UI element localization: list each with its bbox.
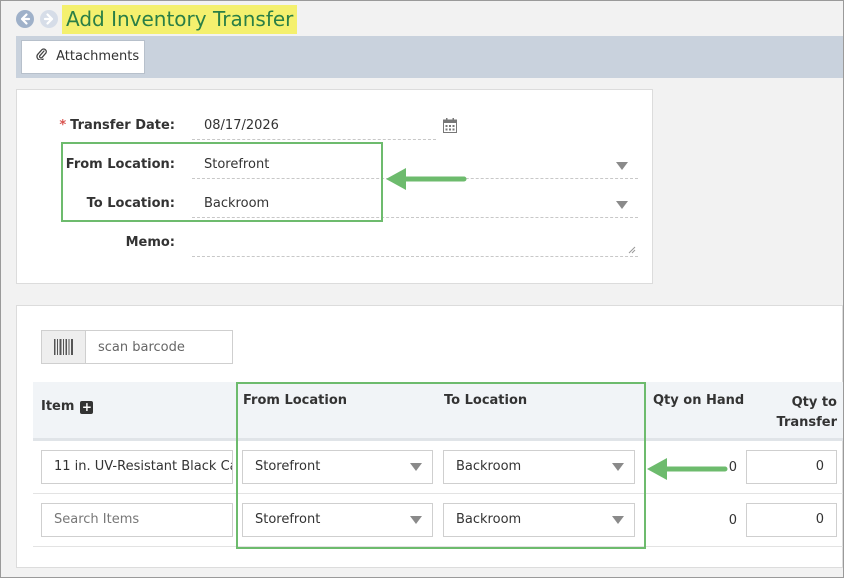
column-header-qty-to-transfer: Qty to Transfer [776, 395, 838, 430]
from-location-value: Storefront [204, 157, 270, 172]
transfer-date-label: * Transfer Date: [59, 118, 175, 133]
chevron-down-icon [616, 201, 628, 209]
memo-label: Memo: [125, 235, 175, 250]
transfer-date-field[interactable]: 08/17/2026 [192, 112, 436, 140]
chevron-down-icon [612, 463, 624, 471]
chevron-down-icon [410, 463, 422, 471]
column-header-to-location: To Location [444, 393, 528, 408]
to-location-value: Backroom [204, 196, 270, 211]
chevron-down-icon [616, 162, 628, 170]
required-mark: * [59, 118, 67, 133]
memo-textarea[interactable] [192, 229, 638, 257]
barcode-icon[interactable] [42, 331, 86, 363]
column-header-from-location: From Location [243, 393, 348, 408]
grid-header: Item + From Location To Location Qty on H… [33, 382, 844, 441]
items-panel: Item+ From Location To Location Qty on H… [16, 305, 844, 568]
calendar-icon[interactable] [443, 118, 457, 133]
qty-on-hand-value: 0 [728, 513, 737, 528]
attachments-label: Attachments [56, 49, 140, 64]
scan-barcode-input[interactable] [86, 331, 232, 363]
table-row: 11 in. UV-Resistant Black Cable Ties Sto… [33, 441, 844, 494]
to-location-select[interactable]: Backroom [192, 190, 638, 218]
row-to-location-select[interactable]: Backroom [443, 450, 635, 484]
row-to-location-select[interactable]: Backroom [443, 503, 635, 537]
transfer-date-value: 08/17/2026 [204, 118, 279, 133]
chevron-down-icon [612, 516, 624, 524]
arrow-right-circle-icon[interactable] [40, 10, 58, 28]
from-location-select[interactable]: Storefront [192, 151, 638, 179]
row-from-location-select[interactable]: Storefront [242, 450, 433, 484]
qty-on-hand-value: 0 [728, 460, 737, 475]
title-bar: Add Inventory Transfer [0, 0, 844, 36]
plus-square-icon[interactable]: + [80, 401, 94, 414]
resize-handle-icon[interactable] [628, 246, 636, 254]
table-row: Search Items Storefront Backroom 0 0 [33, 494, 844, 547]
attachments-button[interactable]: Attachments [21, 40, 145, 74]
arrow-left-circle-icon[interactable] [16, 10, 34, 28]
paperclip-icon [36, 41, 52, 73]
item-input[interactable]: 11 in. UV-Resistant Black Cable Ties [41, 450, 233, 484]
from-location-label: From Location: [65, 157, 175, 172]
qty-to-transfer-input[interactable]: 0 [746, 450, 837, 484]
toolbar: Attachments [16, 36, 843, 78]
to-location-label: To Location: [86, 196, 175, 211]
chevron-down-icon [410, 516, 422, 524]
column-header-item: Item + [41, 399, 94, 414]
transfer-form: * Transfer Date: 08/17/2026 From Location… [16, 89, 653, 284]
column-header-qty-on-hand: Qty on Hand [653, 393, 745, 408]
page-title: Add Inventory Transfer [62, 5, 298, 34]
row-from-location-select[interactable]: Storefront [242, 503, 433, 537]
search-items-input[interactable]: Search Items [41, 503, 233, 537]
qty-to-transfer-input[interactable]: 0 [746, 503, 837, 537]
barcode-scan [41, 330, 233, 364]
